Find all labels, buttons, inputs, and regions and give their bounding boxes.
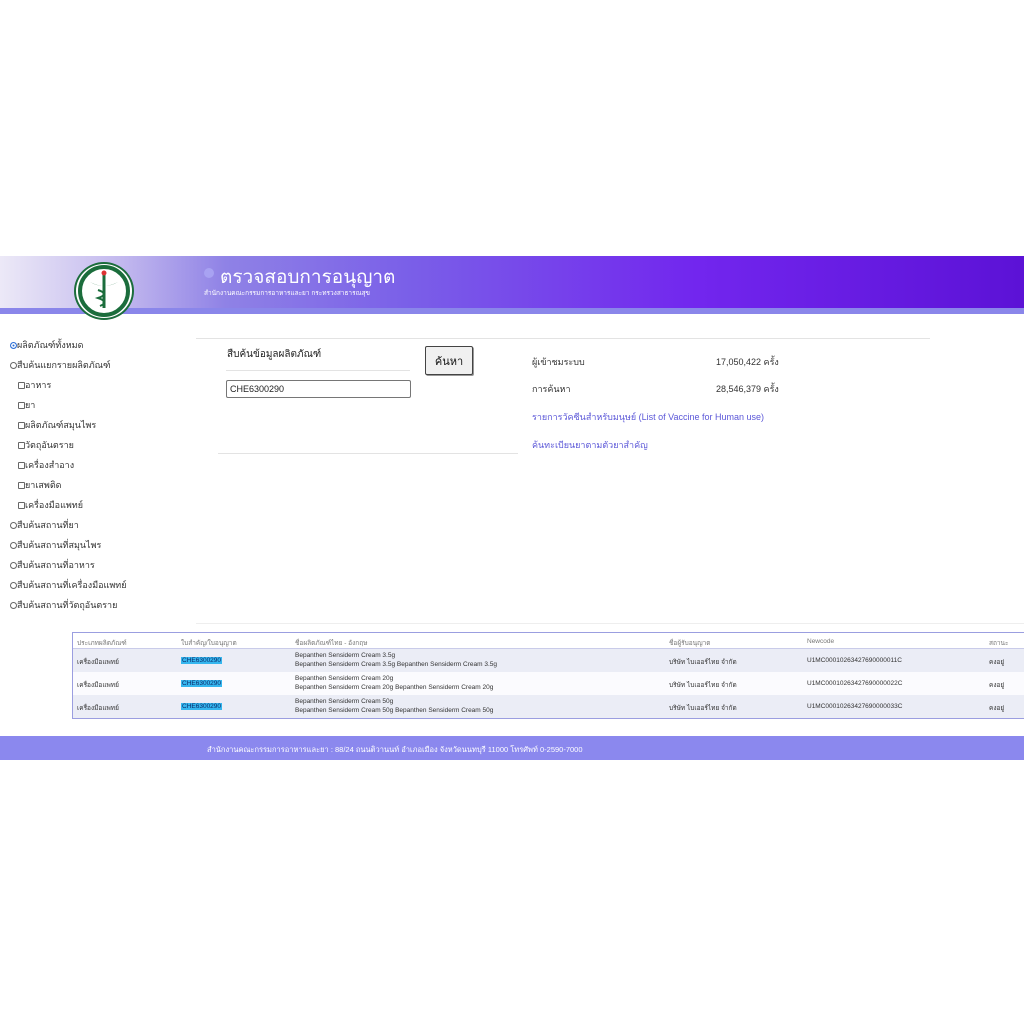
column-header-newcode[interactable]: Newcode (807, 638, 834, 645)
cell-product-name-th: Bepanthen Sensiderm Cream 50g (295, 698, 394, 705)
search-label: สืบค้นข้อมูลผลิตภัณฑ์ (227, 349, 322, 360)
header-banner (0, 256, 1024, 314)
radio-button[interactable] (10, 361, 17, 369)
content-divider (196, 338, 930, 339)
checkbox[interactable] (18, 401, 25, 409)
cell-licensee: บริษัท ไบเออร์ไทย จำกัด (669, 682, 737, 689)
option-label: สืบค้นสถานที่วัตถุอันตราย (17, 600, 118, 610)
column-header-type[interactable]: ประเภทผลิตภัณฑ์ (77, 638, 127, 648)
checkbox[interactable] (18, 501, 25, 509)
option-label: สืบค้นสถานที่อาหาร (17, 560, 95, 570)
option-drug[interactable]: ยา (18, 398, 35, 412)
table-row[interactable]: เครื่องมือแพทย์ CHE6300290 Bepanthen Sen… (73, 672, 1024, 695)
cell-status: คงอยู่ (989, 659, 1005, 666)
checkbox[interactable] (18, 421, 25, 429)
option-label: อาหาร (25, 380, 52, 390)
option-label: เครื่องมือแพทย์ (25, 500, 84, 510)
radio-button[interactable] (10, 341, 17, 349)
cell-license[interactable]: CHE6300290 (181, 703, 223, 710)
search-button[interactable]: ค้นหา (425, 346, 473, 375)
cell-status: คงอยู่ (989, 705, 1005, 712)
results-table: ประเภทผลิตภัณฑ์ ใบสำคัญ/ใบอนุญาต ชื่อผลิ… (72, 632, 1024, 719)
vaccine-list-link[interactable]: รายการวัคซีนสำหรับมนุษย์ (List of Vaccin… (532, 410, 764, 424)
drug-ingredient-search-link[interactable]: ค้นทะเบียนยาตามตัวยาสำคัญ (532, 438, 648, 452)
option-label: สืบค้นสถานที่เครื่องมือแพทย์ (17, 580, 127, 590)
checkbox[interactable] (18, 481, 25, 489)
search-divider (226, 370, 410, 371)
banner-divider (0, 308, 1024, 314)
option-device-premises[interactable]: สืบค้นสถานที่เครื่องมือแพทย์ (10, 578, 126, 592)
cell-license[interactable]: CHE6300290 (181, 680, 223, 687)
radio-button[interactable] (10, 541, 17, 549)
visitors-count: 17,050,422 ครั้ง (716, 357, 779, 367)
cell-type: เครื่องมือแพทย์ (77, 705, 119, 712)
option-drug-premises[interactable]: สืบค้นสถานที่ยา (10, 518, 79, 532)
table-row[interactable]: เครื่องมือแพทย์ CHE6300290 Bepanthen Sen… (73, 649, 1024, 672)
option-medical-device[interactable]: เครื่องมือแพทย์ (18, 498, 83, 512)
option-label: สืบค้นสถานที่สมุนไพร (17, 540, 102, 550)
cell-newcode: U1MC00010263427690000011C (807, 657, 902, 664)
visitors-label: ผู้เข้าชมระบบ (532, 357, 585, 367)
radio-button[interactable] (10, 581, 17, 589)
option-herbal-premises[interactable]: สืบค้นสถานที่สมุนไพร (10, 538, 101, 552)
option-label: ยาเสพติด (25, 480, 62, 490)
search-panel-divider (218, 453, 518, 454)
column-header-status[interactable]: สถานะ (989, 638, 1009, 648)
cell-licensee: บริษัท ไบเออร์ไทย จำกัด (669, 705, 737, 712)
option-label: เครื่องสำอาง (25, 460, 75, 470)
column-header-licensee[interactable]: ชื่อผู้รับอนุญาต (669, 638, 711, 648)
column-header-product-name[interactable]: ชื่อผลิตภัณฑ์ไทย - อังกฤษ (295, 638, 367, 648)
option-hazardous[interactable]: วัตถุอันตราย (18, 438, 74, 452)
option-by-product[interactable]: สืบค้นแยกรายผลิตภัณฑ์ (10, 358, 110, 372)
cell-product-name-en: Bepanthen Sensiderm Cream 3.5g Bepanthen… (295, 661, 497, 668)
cell-type: เครื่องมือแพทย์ (77, 682, 119, 689)
radio-button[interactable] (10, 561, 17, 569)
search-input[interactable] (226, 380, 411, 398)
table-row[interactable]: เครื่องมือแพทย์ CHE6300290 Bepanthen Sen… (73, 695, 1024, 718)
cell-product-name-en: Bepanthen Sensiderm Cream 50g Bepanthen … (295, 707, 494, 714)
cell-status: คงอยู่ (989, 682, 1005, 689)
option-hazardous-premises[interactable]: สืบค้นสถานที่วัตถุอันตราย (10, 598, 117, 612)
option-food-premises[interactable]: สืบค้นสถานที่อาหาร (10, 558, 95, 572)
option-label: วัตถุอันตราย (25, 440, 74, 450)
option-label: ยา (25, 400, 36, 410)
cell-product-name-th: Bepanthen Sensiderm Cream 3.5g (295, 652, 396, 659)
option-herbal[interactable]: ผลิตภัณฑ์สมุนไพร (18, 418, 96, 432)
caduceus-icon (78, 265, 130, 317)
option-cosmetic[interactable]: เครื่องสำอาง (18, 458, 74, 472)
cell-newcode: U1MC00010263427690000022C (807, 680, 903, 687)
checkbox[interactable] (18, 441, 25, 449)
ministry-logo[interactable] (74, 262, 134, 320)
option-label: สืบค้นสถานที่ยา (17, 520, 79, 530)
option-all-products[interactable]: ผลิตภัณฑ์ทั้งหมด (10, 338, 83, 352)
option-label: สืบค้นแยกรายผลิตภัณฑ์ (17, 360, 111, 370)
checkbox[interactable] (18, 381, 25, 389)
footer-address: สำนักงานคณะกรรมการอาหารและยา : 88/24 ถนน… (207, 745, 583, 754)
option-food[interactable]: อาหาร (18, 378, 51, 392)
checkbox[interactable] (18, 461, 25, 469)
option-label: ผลิตภัณฑ์สมุนไพร (25, 420, 97, 430)
column-header-license[interactable]: ใบสำคัญ/ใบอนุญาต (181, 638, 237, 648)
searches-count: 28,546,379 ครั้ง (716, 384, 779, 394)
cell-licensee: บริษัท ไบเออร์ไทย จำกัด (669, 659, 737, 666)
option-label: ผลิตภัณฑ์ทั้งหมด (17, 340, 84, 350)
cell-newcode: U1MC00010263427690000033C (807, 703, 903, 710)
table-header-row: ประเภทผลิตภัณฑ์ ใบสำคัญ/ใบอนุญาต ชื่อผลิ… (73, 633, 1024, 649)
cell-license[interactable]: CHE6300290 (181, 657, 223, 664)
cell-product-name-th: Bepanthen Sensiderm Cream 20g (295, 675, 394, 682)
page-subtitle: สำนักงานคณะกรรมการอาหารและยา กระทรวงสาธา… (204, 290, 371, 297)
cell-product-name-en: Bepanthen Sensiderm Cream 20g Bepanthen … (295, 684, 494, 691)
option-narcotic[interactable]: ยาเสพติด (18, 478, 62, 492)
searches-label: การค้นหา (532, 384, 571, 394)
results-divider (196, 623, 1024, 624)
radio-button[interactable] (10, 601, 17, 609)
radio-button[interactable] (10, 521, 17, 529)
title-bullet-icon (204, 268, 214, 278)
cell-type: เครื่องมือแพทย์ (77, 659, 119, 666)
